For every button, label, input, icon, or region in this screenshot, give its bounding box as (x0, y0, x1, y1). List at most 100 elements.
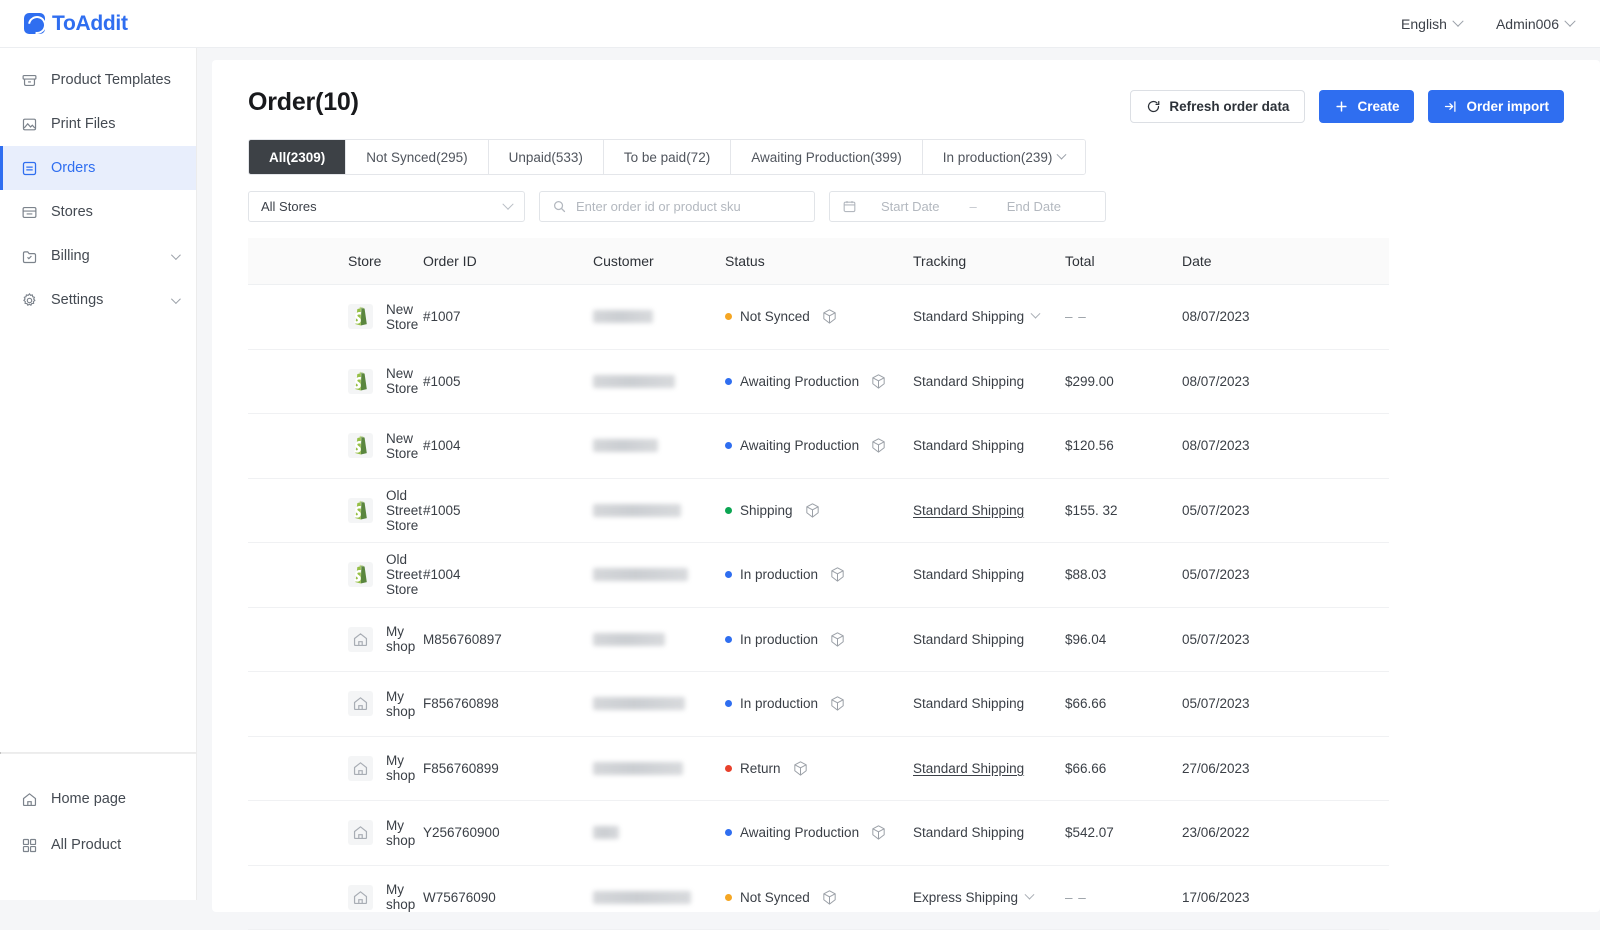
tab-unpaid-533[interactable]: Unpaid(533) (489, 140, 604, 174)
chevron-down-icon[interactable] (1031, 309, 1041, 319)
sidebar-item-orders[interactable]: Orders (0, 146, 196, 190)
package-icon[interactable] (804, 502, 821, 519)
package-icon[interactable] (870, 437, 887, 454)
table-row[interactable]: New Store#1005Awaiting ProductionStandar… (248, 350, 1389, 415)
cell-order-id[interactable]: #1005 (423, 374, 593, 389)
sidebar-item-settings[interactable]: Settings (0, 278, 196, 322)
chevron-down-icon[interactable] (1025, 889, 1035, 899)
cell-order-id[interactable]: #1004 (423, 438, 593, 453)
cell-date: 05/07/2023 (1182, 567, 1302, 582)
column-header-total: Total (1065, 253, 1182, 269)
refresh-order-data-button[interactable]: Refresh order data (1130, 90, 1305, 123)
tab-in-production-239[interactable]: In production(239) (923, 140, 1086, 174)
tab-label: Not Synced(295) (366, 150, 467, 165)
cell-tracking: Standard Shipping (913, 632, 1065, 647)
cell-tracking: Standard Shipping (913, 825, 1065, 840)
gear-icon (21, 292, 38, 309)
tab-label: Awaiting Production(399) (751, 150, 902, 165)
status-label: Awaiting Production (740, 374, 859, 389)
shopify-glyph (351, 564, 370, 585)
brand-logo[interactable]: ToAddit (24, 12, 128, 36)
tracking-label: Express Shipping (913, 890, 1018, 905)
cell-customer (593, 439, 725, 452)
tracking-link[interactable]: Standard Shipping (913, 503, 1024, 518)
top-bar-right: English Admin006 (1401, 16, 1574, 32)
cell-order-id[interactable]: W75676090 (423, 890, 593, 905)
package-icon[interactable] (870, 373, 887, 390)
status-label: In production (740, 696, 818, 711)
package-icon[interactable] (829, 695, 846, 712)
package-glyph (821, 889, 838, 906)
table-header-row: StoreOrder IDCustomerStatusTrackingTotal… (248, 238, 1389, 285)
cell-status: Awaiting Production (725, 437, 913, 454)
table-row[interactable]: New Store#1007Not SyncedStandard Shippin… (248, 285, 1389, 350)
tracking-link[interactable]: Standard Shipping (913, 761, 1024, 776)
toaddit-logo-icon (24, 13, 45, 34)
create-button[interactable]: Create (1319, 90, 1414, 123)
table-row[interactable]: My shopY256760900Awaiting ProductionStan… (248, 801, 1389, 866)
package-icon[interactable] (829, 566, 846, 583)
store-filter-select[interactable]: All Stores (248, 191, 525, 222)
language-selector[interactable]: English (1401, 16, 1462, 32)
cell-order-id[interactable]: M856760897 (423, 632, 593, 647)
search-icon (552, 199, 567, 214)
redacted-customer-name (593, 310, 653, 323)
package-icon[interactable] (821, 889, 838, 906)
sidebar-item-billing[interactable]: Billing (0, 234, 196, 278)
tab-to-be-paid-72[interactable]: To be paid(72) (604, 140, 731, 174)
table-row[interactable]: My shopW75676090Not SyncedExpress Shippi… (248, 866, 1389, 930)
cell-customer (593, 310, 725, 323)
column-header-order-id: Order ID (423, 253, 593, 269)
store-icon (21, 204, 38, 221)
cell-order-id[interactable]: #1004 (423, 567, 593, 582)
cell-customer (593, 633, 725, 646)
cell-customer (593, 762, 725, 775)
table-row[interactable]: My shopM856760897In productionStandard S… (248, 608, 1389, 673)
store-name: My shop (386, 624, 423, 654)
cell-tracking: Standard Shipping (913, 503, 1065, 518)
table-row[interactable]: My shopF856760898In productionStandard S… (248, 672, 1389, 737)
order-import-button[interactable]: Order import (1428, 90, 1564, 123)
shopify-glyph (351, 500, 370, 521)
column-header-date: Date (1182, 253, 1302, 269)
sidebar: Product Templates Print Files Orders Sto… (0, 48, 197, 900)
table-row[interactable]: Old Street Store#1004In productionStanda… (248, 543, 1389, 608)
tab-not-synced-295[interactable]: Not Synced(295) (346, 140, 488, 174)
tab-awaiting-production-399[interactable]: Awaiting Production(399) (731, 140, 923, 174)
table-row[interactable]: Old Street Store#1005ShippingStandard Sh… (248, 479, 1389, 544)
brand-name: ToAddit (52, 12, 128, 36)
cell-order-id[interactable]: F856760899 (423, 761, 593, 776)
end-date-placeholder: End Date (1007, 199, 1061, 214)
package-icon[interactable] (792, 760, 809, 777)
start-date-placeholder: Start Date (881, 199, 940, 214)
cell-date: 08/07/2023 (1182, 374, 1302, 389)
package-icon[interactable] (829, 631, 846, 648)
search-input[interactable]: Enter order id or product sku (539, 191, 815, 222)
cell-order-id[interactable]: #1007 (423, 309, 593, 324)
package-icon[interactable] (870, 824, 887, 841)
header-actions: Refresh order data Create Order import (1130, 90, 1564, 123)
cell-order-id[interactable]: F856760898 (423, 696, 593, 711)
package-icon[interactable] (821, 308, 838, 325)
table-row[interactable]: My shopF856760899ReturnStandard Shipping… (248, 737, 1389, 802)
redacted-customer-name (593, 375, 675, 388)
table-body: New Store#1007Not SyncedStandard Shippin… (248, 285, 1389, 930)
shopify-glyph (351, 435, 370, 456)
cell-status: Not Synced (725, 889, 913, 906)
cell-order-id[interactable]: #1005 (423, 503, 593, 518)
account-menu[interactable]: Admin006 (1496, 16, 1574, 32)
sidebar-item-product-templates[interactable]: Product Templates (0, 58, 196, 102)
cell-order-id[interactable]: Y256760900 (423, 825, 593, 840)
sidebar-item-stores[interactable]: Stores (0, 190, 196, 234)
status-label: In production (740, 567, 818, 582)
date-range-picker[interactable]: Start Date – End Date (829, 191, 1106, 222)
sidebar-item-home-page[interactable]: Home page (0, 776, 196, 822)
home-icon (348, 885, 373, 910)
cell-date: 05/07/2023 (1182, 696, 1302, 711)
sidebar-item-all-product[interactable]: All Product (0, 822, 196, 868)
sidebar-item-print-files[interactable]: Print Files (0, 102, 196, 146)
status-label: Awaiting Production (740, 438, 859, 453)
date-separator: – (970, 199, 977, 214)
tab-all-2309[interactable]: All(2309) (249, 140, 346, 174)
table-row[interactable]: New Store#1004Awaiting ProductionStandar… (248, 414, 1389, 479)
